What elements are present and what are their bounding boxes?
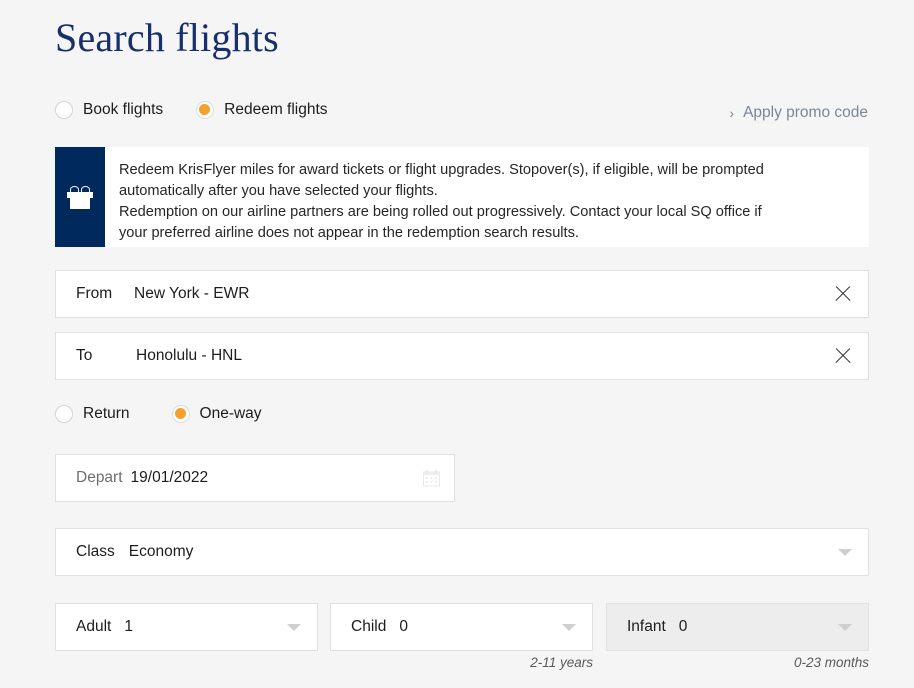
chevron-down-icon-infant[interactable] (838, 624, 852, 631)
child-value: 0 (399, 618, 408, 635)
chevron-right-icon: › (729, 105, 735, 121)
trip-mode-radio-group: Book flights Redeem flights (55, 101, 328, 119)
trip-mode-option-book[interactable]: Book flights (55, 101, 163, 119)
banner-icon-container (55, 147, 105, 247)
trip-direction-label-oneway: One-way (199, 405, 262, 422)
travel-class-value: Economy (128, 543, 194, 560)
to-field[interactable]: To Honolulu - HNL (55, 332, 869, 380)
close-icon-from[interactable] (830, 281, 856, 307)
trip-mode-option-redeem[interactable]: Redeem flights (196, 101, 328, 119)
depart-date-field[interactable]: Depart 19/01/2022 (55, 454, 455, 502)
apply-promo-code-link[interactable]: › Apply promo code (729, 104, 868, 122)
infant-count-field[interactable]: Infant 0 (606, 603, 869, 651)
trip-mode-label-redeem: Redeem flights (224, 101, 328, 118)
infant-value: 0 (678, 618, 688, 635)
gift-icon (67, 185, 93, 209)
banner-line-3: Redemption on our airline partners are b… (119, 204, 762, 220)
adult-value: 1 (124, 618, 133, 635)
trip-direction-option-oneway[interactable]: One-way (171, 405, 262, 423)
child-label: Child (351, 618, 387, 635)
trip-mode-label-book: Book flights (83, 101, 164, 118)
adult-label: Adult (76, 618, 112, 635)
radio-icon-book[interactable] (55, 101, 73, 119)
trip-direction-option-return[interactable]: Return (55, 405, 130, 423)
travel-class-label: Class (76, 543, 115, 560)
chevron-down-icon-class[interactable] (838, 549, 852, 556)
close-icon-to[interactable] (830, 343, 856, 369)
infant-label: Infant (627, 618, 666, 635)
banner-line-1: Redeem KrisFlyer miles for award tickets… (119, 162, 764, 178)
calendar-icon[interactable] (423, 470, 440, 487)
depart-value: 19/01/2022 (130, 469, 209, 486)
trip-direction-radio-group: Return One-way (55, 405, 262, 423)
child-age-hint: 2-11 years (530, 655, 593, 670)
travel-class-field[interactable]: Class Economy (55, 528, 869, 576)
to-value: Honolulu - HNL (136, 347, 242, 364)
to-label: To (76, 347, 93, 364)
page-title: Search flights (55, 15, 279, 60)
depart-label: Depart (76, 469, 123, 486)
radio-icon-oneway[interactable] (171, 405, 190, 423)
from-value: New York - EWR (134, 285, 250, 302)
radio-icon-return[interactable] (55, 405, 73, 423)
redeem-info-banner: Redeem KrisFlyer miles for award tickets… (55, 147, 869, 247)
adult-count-field[interactable]: Adult 1 (55, 603, 318, 651)
radio-icon-redeem[interactable] (196, 101, 215, 119)
chevron-down-icon-child[interactable] (562, 624, 576, 631)
banner-line-4: your preferred airline does not appear i… (119, 225, 579, 241)
apply-promo-code-label: Apply promo code (743, 104, 868, 121)
infant-age-hint: 0-23 months (793, 655, 869, 670)
chevron-down-icon-adult[interactable] (287, 624, 301, 631)
from-field[interactable]: From New York - EWR (55, 270, 869, 318)
banner-line-2: automatically after you have selected yo… (119, 183, 438, 199)
search-flights-page: Search flights Book flights Redeem fligh… (0, 0, 914, 688)
from-label: From (76, 285, 113, 302)
child-count-field[interactable]: Child 0 (330, 603, 593, 651)
banner-text: Redeem KrisFlyer miles for award tickets… (105, 147, 869, 247)
trip-direction-label-return: Return (83, 405, 130, 422)
